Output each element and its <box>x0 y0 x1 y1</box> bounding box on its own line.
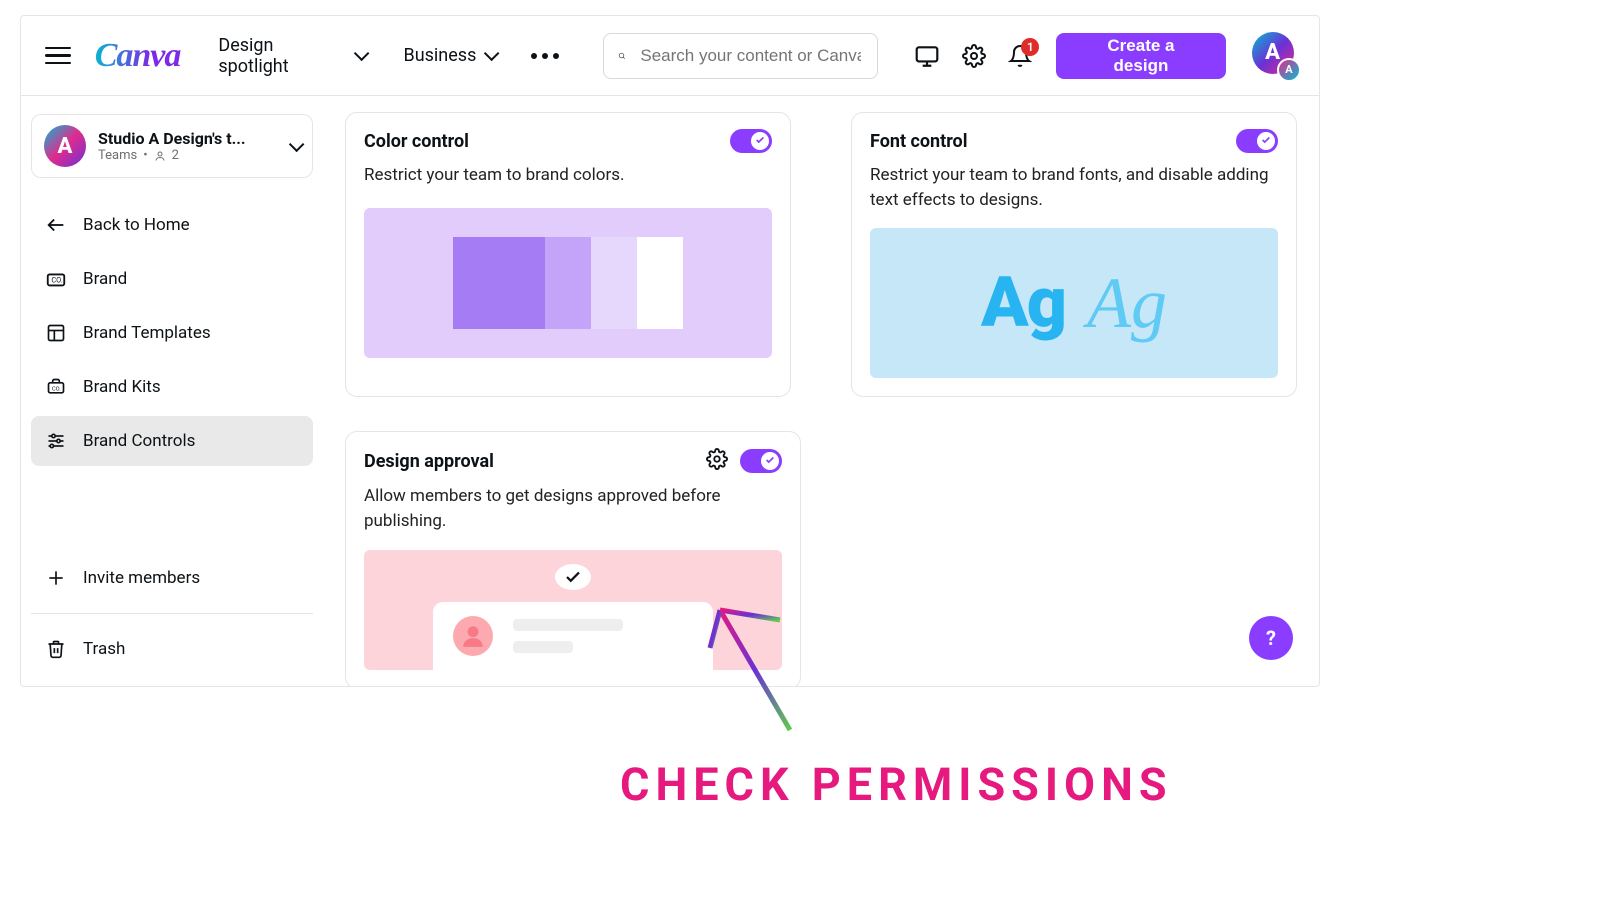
create-design-button[interactable]: Create a design <box>1056 33 1225 79</box>
team-switcher[interactable]: A Studio A Design's t... Teams • 2 <box>31 114 313 178</box>
avatar-sub-icon: A <box>1277 58 1301 82</box>
font-sample-bold: Ag <box>981 262 1065 344</box>
chevron-down-icon <box>484 45 495 66</box>
body: A Studio A Design's t... Teams • 2 Back … <box>21 96 1319 686</box>
card-desc: Restrict your team to brand fonts, and d… <box>870 163 1278 212</box>
design-approval-toggle[interactable] <box>740 449 782 473</box>
sidebar-item-label: Brand Templates <box>83 323 211 343</box>
sidebar: A Studio A Design's t... Teams • 2 Back … <box>21 96 323 686</box>
notifications-icon[interactable]: 1 <box>1008 44 1032 68</box>
sidebar-back-home[interactable]: Back to Home <box>31 200 313 250</box>
account-avatar[interactable]: A A <box>1252 32 1299 80</box>
help-button[interactable]: ? <box>1249 616 1293 660</box>
trash-icon <box>45 639 67 659</box>
card-title: Font control <box>870 131 1224 152</box>
search-icon <box>618 45 626 67</box>
sidebar-item-brand-kits[interactable]: CO. Brand Kits <box>31 362 313 412</box>
desktop-icon[interactable] <box>914 43 940 69</box>
sidebar-item-label: Brand <box>83 269 127 289</box>
color-control-toggle[interactable] <box>730 129 772 153</box>
search-input[interactable] <box>638 45 863 67</box>
top-header: Canva Design spotlight Business 1 <box>21 16 1319 96</box>
sidebar-item-label: Brand Kits <box>83 377 161 397</box>
nav-business-label: Business <box>403 45 476 66</box>
font-illustration: Ag Ag <box>870 228 1278 378</box>
plus-icon <box>45 568 67 588</box>
nav-design-spotlight[interactable]: Design spotlight <box>208 35 375 77</box>
chevron-down-icon <box>354 45 365 66</box>
sidebar-item-brand-controls[interactable]: Brand Controls <box>31 416 313 466</box>
svg-text:CO.: CO. <box>52 386 62 392</box>
card-title: Design approval <box>364 451 694 472</box>
menu-icon[interactable] <box>45 47 71 65</box>
approval-illustration <box>364 550 782 670</box>
more-nav-icon[interactable] <box>523 53 567 59</box>
sidebar-item-brand-templates[interactable]: Brand Templates <box>31 308 313 358</box>
color-illustration <box>364 208 772 358</box>
card-color-control: Color control Restrict your team to bran… <box>345 112 791 397</box>
search-box[interactable] <box>603 33 878 79</box>
template-icon <box>45 323 67 343</box>
nav-design-spotlight-label: Design spotlight <box>218 35 346 77</box>
sidebar-item-label: Trash <box>83 639 125 659</box>
card-title: Color control <box>364 131 718 152</box>
card-desc: Allow members to get designs approved be… <box>364 484 782 533</box>
app-frame: Canva Design spotlight Business 1 <box>20 15 1320 687</box>
chevron-down-icon <box>289 137 300 156</box>
sidebar-invite-members[interactable]: Invite members <box>31 553 313 603</box>
card-desc: Restrict your team to brand colors. <box>364 163 772 188</box>
sidebar-item-label: Invite members <box>83 568 200 588</box>
notifications-badge: 1 <box>1021 38 1039 56</box>
brand-icon: CO. <box>45 268 67 290</box>
person-icon <box>453 616 493 656</box>
settings-gear-icon[interactable] <box>962 44 986 68</box>
font-sample-serif: Ag <box>1087 262 1167 345</box>
sliders-icon <box>45 431 67 451</box>
sidebar-item-label: Back to Home <box>83 215 190 235</box>
team-meta-label: Teams • 2 <box>98 148 277 163</box>
sidebar-item-brand[interactable]: CO. Brand <box>31 254 313 304</box>
sidebar-trash[interactable]: Trash <box>31 624 313 674</box>
card-font-control: Font control Restrict your team to brand… <box>851 112 1297 397</box>
header-icon-group: 1 <box>914 43 1032 69</box>
divider <box>31 613 313 614</box>
main-content: Color control Restrict your team to bran… <box>323 96 1319 686</box>
team-name-label: Studio A Design's t... <box>98 129 277 148</box>
annotation-text: CHECK PERMISSIONS <box>620 758 1173 811</box>
person-icon <box>154 150 166 162</box>
card-design-approval: Design approval Allow members to get des… <box>345 431 801 686</box>
nav-business[interactable]: Business <box>393 45 505 66</box>
font-control-toggle[interactable] <box>1236 129 1278 153</box>
approval-settings-gear-icon[interactable] <box>706 448 728 474</box>
team-avatar-icon: A <box>44 125 86 167</box>
check-icon <box>555 564 591 590</box>
canva-logo[interactable]: Canva <box>89 37 191 75</box>
sidebar-item-label: Brand Controls <box>83 431 195 451</box>
toolbox-icon: CO. <box>45 377 67 397</box>
arrow-left-icon <box>45 214 67 236</box>
svg-text:CO.: CO. <box>51 276 62 285</box>
